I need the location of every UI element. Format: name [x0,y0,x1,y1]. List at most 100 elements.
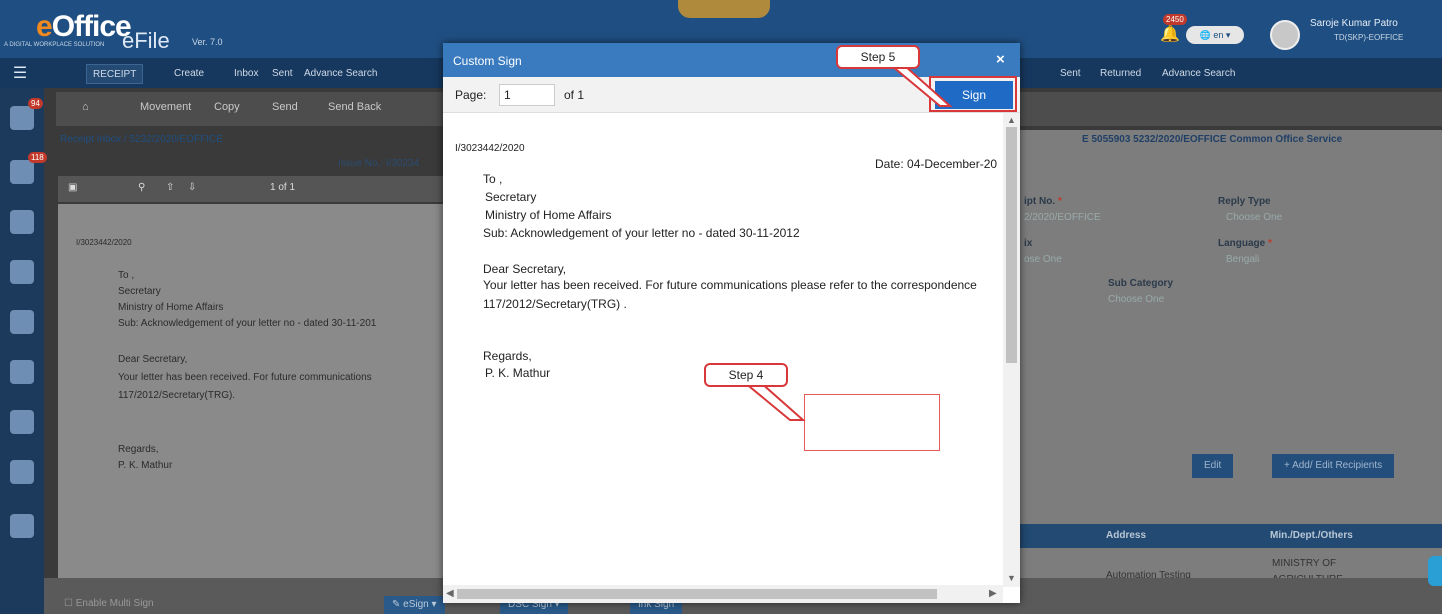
arrow-down-icon[interactable]: ⇩ [188,182,196,193]
send-back-button[interactable]: Send Back [328,101,381,113]
language-label: en [1213,30,1224,40]
sidebar-badge-receipts: 94 [28,98,43,109]
menu-receipt[interactable]: RECEIPT [86,64,144,84]
sub-category-select[interactable]: Choose One [1108,294,1164,305]
product-name: eFile [122,28,170,53]
letter-signatory: P. K. Mathur [485,366,551,380]
recipients-table-header: Address Min./Dept./Others [1018,524,1442,548]
top-handle[interactable] [678,0,770,18]
receipt-header: E 5055903 5232/2020/EOFFICE Common Offic… [1082,134,1343,145]
letter-addressee: Secretary [485,190,537,204]
receipt-icon[interactable] [10,106,34,130]
custom-sign-modal: Custom Sign × Page: 1 of 1 Sign I/302344… [443,43,1020,603]
signature-placement-box[interactable] [804,394,940,451]
menu-advance-search[interactable]: Advance Search [298,64,383,84]
home-icon[interactable]: ⌂ [82,101,89,113]
language-label: Language * [1218,238,1272,249]
step5-callout: Step 5 [836,45,920,69]
document-toolbar: ▣ ⚲ ⇧ ⇩ 1 of 1 [58,176,443,202]
menu-create[interactable]: Create [168,64,210,84]
hamburger-icon[interactable]: ☰ [6,64,34,84]
preview-salutation: Dear Secretary, [118,354,188,365]
menu-inbox[interactable]: Inbox [228,64,264,84]
cell-ministry-1: MINISTRY OF [1272,558,1337,569]
menu-file-advance-search[interactable]: Advance Search [1156,64,1241,84]
bell-icon[interactable]: 🔔 [1160,24,1180,43]
receipt-no-value[interactable]: 2/2020/EOFFICE [1024,212,1101,223]
preview-ministry: Ministry of Home Affairs [118,302,224,313]
letter-body1: Your letter has been received. For futur… [483,278,977,292]
letter-ref: I/3023442/2020 [455,143,525,154]
settings-icon[interactable] [10,460,34,484]
enable-multi-sign-checkbox[interactable]: ☐ Enable Multi Sign [64,598,154,609]
arrow-up-icon[interactable]: ⇧ [166,182,174,193]
edit-button[interactable]: Edit [1192,454,1234,478]
letter-to: To , [483,172,503,186]
receipt-no-label: ipt No. * [1024,196,1062,207]
letter-document: I/3023442/2020 Date: 04-December-20 To ,… [443,113,1003,585]
scroll-right-icon[interactable]: ▶ [989,588,997,599]
page-total: of 1 [564,88,585,102]
preview-addressee: Secretary [118,286,161,297]
hscroll-thumb[interactable] [457,589,937,599]
sidebar-toggle-icon[interactable]: ▣ [68,182,77,193]
report-icon[interactable] [10,514,34,538]
send-button[interactable]: Send [272,101,298,113]
close-icon[interactable]: × [996,51,1005,68]
letter-date: Date: 04-December-20 [875,157,998,171]
avatar[interactable] [1270,20,1300,50]
sub-category-label: Sub Category [1108,278,1174,289]
search-icon[interactable]: ⚲ [138,182,145,193]
preview-body1: Your letter has been received. For futur… [118,372,372,383]
file-icon[interactable] [10,160,34,184]
scroll-thumb[interactable] [1006,127,1017,363]
letter-regards: Regards, [483,349,532,363]
reply-type-label: Reply Type [1218,196,1271,207]
reply-type-select[interactable]: Choose One [1226,212,1282,223]
movement-button[interactable]: Movement [140,101,191,113]
preview-subject: Sub: Acknowledgement of your letter no -… [118,318,377,329]
notes-icon[interactable] [10,310,34,334]
sign-button[interactable]: Sign [935,81,1013,109]
menu-file-sent[interactable]: Sent [1054,64,1087,84]
add-edit-recipients-button[interactable]: + Add/ Edit Recipients [1272,454,1395,478]
language-select[interactable]: Bengali [1226,254,1259,265]
notification-badge: 2450 [1163,14,1187,25]
dak-icon[interactable] [10,210,34,234]
col-address: Address [1106,530,1147,541]
step4-callout: Step 4 [704,363,788,387]
modal-header: Custom Sign × [443,43,1020,77]
user-dept: TD(SKP)-EOFFICE [1334,33,1404,42]
letter-body2: 117/2012/Secretary(TRG) . [483,297,627,311]
dashboard-icon[interactable] [10,260,34,284]
copy-button[interactable]: Copy [214,101,240,113]
left-sidebar: 94 118 [0,88,47,614]
mis-icon[interactable] [10,360,34,384]
language-selector[interactable]: 🌐 en ▾ [1186,26,1244,44]
horizontal-scrollbar[interactable]: ◀ ▶ [443,585,1003,603]
chat-icon[interactable] [1428,556,1442,586]
vertical-scrollbar[interactable]: ▲ ▼ [1003,113,1020,587]
prefix-label: ix [1024,238,1033,249]
logo-tagline: A DIGITAL WORKPLACE SOLUTION [4,42,105,48]
prefix-select[interactable]: ose One [1024,254,1062,265]
menu-file-returned[interactable]: Returned [1094,64,1147,84]
globe-icon: 🌐 [1199,30,1211,40]
eoffice-logo: eOffice [36,10,132,43]
sidebar-badge-files: 118 [28,152,47,163]
doc-icon[interactable] [10,410,34,434]
preview-regards: Regards, [118,444,159,455]
issue-number: Issue No.: I/30234 [338,158,420,169]
letter-subject: Sub: Acknowledgement of your letter no -… [483,226,800,240]
breadcrumb: Receipt Inbox / 5232/2020/EOFFICE [60,134,223,145]
scroll-down-icon[interactable]: ▼ [1007,573,1016,583]
esign-button[interactable]: ✎ eSign ▾ [384,596,445,614]
user-name[interactable]: Saroje Kumar Patro [1310,18,1398,29]
menu-sent[interactable]: Sent [266,64,299,84]
page-count: 1 of 1 [270,182,296,193]
page-number-input[interactable]: 1 [499,84,555,106]
modal-title: Custom Sign [453,54,522,68]
scroll-up-icon[interactable]: ▲ [1007,115,1016,125]
scroll-left-icon[interactable]: ◀ [446,588,454,599]
letter-salutation: Dear Secretary, [483,262,567,276]
